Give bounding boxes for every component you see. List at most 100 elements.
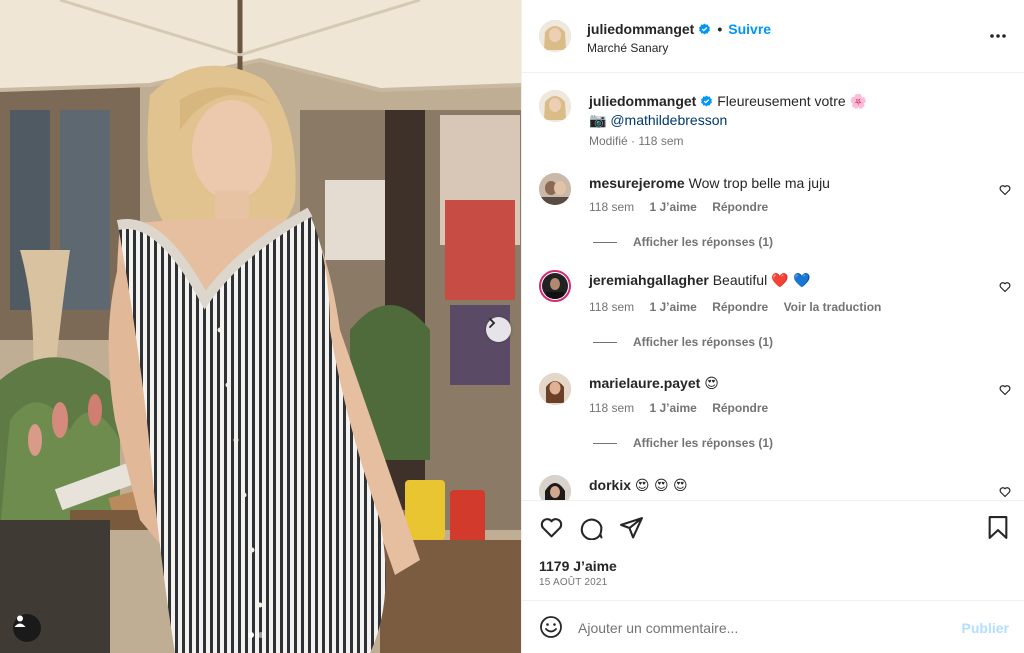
comment-meta: 118 sem 1 J’aime Répondre <box>589 401 768 415</box>
heart-icon <box>999 282 1011 293</box>
comment-username[interactable]: dorkix <box>589 477 631 493</box>
heart-icon <box>540 518 563 538</box>
comment-body: Wow trop belle ma juju <box>688 175 830 191</box>
comment-item: mesurejerome Wow trop belle ma juju 118 … <box>522 173 1024 253</box>
comment-emojis: 😍 <box>704 376 719 392</box>
comment-item: dorkix 😍 😍 😍 <box>522 475 1024 500</box>
carousel-indicator <box>248 632 264 638</box>
chevron-right-icon <box>489 318 496 328</box>
commenter-avatar[interactable] <box>539 373 571 405</box>
show-replies-label: Afficher les réponses (1) <box>633 235 774 249</box>
comment-like-button[interactable] <box>999 485 1011 500</box>
replies-divider <box>593 241 617 243</box>
comment-button[interactable] <box>579 515 604 543</box>
carousel-dot <box>258 632 264 638</box>
replies-divider <box>593 442 617 444</box>
commenter-avatar-story[interactable] <box>539 270 571 302</box>
emoji-icon <box>540 616 562 638</box>
comment-text: mesurejerome Wow trop belle ma juju <box>589 174 989 192</box>
share-button[interactable] <box>619 515 644 543</box>
comment-text: marielaure.payet 😍 <box>589 374 989 393</box>
camera-emoji: 📷 <box>589 113 607 129</box>
caption-username[interactable]: juliedommanget <box>589 93 696 109</box>
next-photo-button[interactable] <box>486 317 511 342</box>
translate-button[interactable]: Voir la traduction <box>784 300 882 314</box>
author-avatar[interactable] <box>539 90 571 122</box>
reply-button[interactable]: Répondre <box>712 300 768 314</box>
verified-icon <box>699 23 711 35</box>
more-icon <box>990 34 1006 38</box>
commenter-avatar[interactable] <box>539 475 571 500</box>
comment-likes[interactable]: 1 J’aime <box>649 300 696 314</box>
comment-emojis: 😍 😍 😍 <box>634 478 688 494</box>
comment-text: jeremiahgallagher Beautiful ❤️ 💙 <box>589 271 989 290</box>
flower-emoji: 🌸 <box>849 94 867 110</box>
author-username[interactable]: juliedommanget <box>587 21 694 37</box>
comment-like-button[interactable] <box>999 280 1011 296</box>
comment-item: jeremiahgallagher Beautiful ❤️ 💙 118 sem… <box>522 270 1024 350</box>
comments-list[interactable]: juliedommanget Fleureusement votre 🌸 📷 @… <box>522 73 1024 500</box>
post-side-panel: juliedommanget • Suivre Marché Sanary jul <box>521 0 1024 653</box>
user-tag-button[interactable] <box>13 614 41 642</box>
show-replies-button[interactable]: Afficher les réponses (1) <box>593 235 773 249</box>
publish-button[interactable]: Publier <box>962 620 1009 636</box>
comment-composer: Publier <box>522 600 1024 653</box>
photo-image <box>0 0 521 653</box>
comment-input[interactable] <box>578 615 948 641</box>
bookmark-icon <box>988 516 1008 539</box>
comment-likes[interactable]: 1 J’aime <box>649 401 696 415</box>
header-separator: • <box>717 21 723 37</box>
comment-time: 118 sem <box>589 200 635 214</box>
comment-icon <box>580 518 603 541</box>
avatar-image <box>542 273 568 299</box>
author-avatar[interactable] <box>539 20 571 52</box>
show-replies-label: Afficher les réponses (1) <box>633 335 774 349</box>
like-button[interactable] <box>539 515 564 543</box>
save-button[interactable] <box>987 515 1009 543</box>
heart-icon <box>999 487 1011 498</box>
comment-meta: 118 sem 1 J’aime Répondre <box>589 200 768 214</box>
avatar-image <box>539 173 571 205</box>
avatar-image <box>539 475 571 500</box>
avatar-image <box>539 373 571 405</box>
caption-mention[interactable]: @mathildebresson <box>610 112 727 128</box>
post-location[interactable]: Marché Sanary <box>587 41 668 55</box>
comment-item: marielaure.payet 😍 118 sem 1 J’aime Répo… <box>522 373 1024 453</box>
comment-time: 118 sem <box>589 401 635 415</box>
comment-time: 118 sem <box>589 300 635 314</box>
show-replies-button[interactable]: Afficher les réponses (1) <box>593 335 773 349</box>
commenter-avatar[interactable] <box>539 173 571 205</box>
user-tag-icon <box>14 615 26 627</box>
comment-like-button[interactable] <box>999 183 1011 199</box>
verified-icon <box>701 95 713 107</box>
reply-button[interactable]: Répondre <box>712 401 768 415</box>
reply-button[interactable]: Répondre <box>712 200 768 214</box>
share-icon <box>620 517 643 539</box>
caption: juliedommanget Fleureusement votre 🌸 📷 @… <box>522 90 1024 160</box>
comment-username[interactable]: marielaure.payet <box>589 375 700 391</box>
post-header: juliedommanget • Suivre Marché Sanary <box>522 0 1024 73</box>
comment-username[interactable]: mesurejerome <box>589 175 685 191</box>
post-actions: 1179 J’aime 15 AOÛT 2021 <box>522 500 1024 600</box>
comment-like-button[interactable] <box>999 383 1011 399</box>
likes-count[interactable]: 1179 J’aime <box>539 558 617 574</box>
caption-body: Fleureusement votre <box>717 93 846 109</box>
post-photo[interactable] <box>0 0 521 653</box>
show-replies-button[interactable]: Afficher les réponses (1) <box>593 436 773 450</box>
more-options-button[interactable] <box>989 27 1007 48</box>
show-replies-label: Afficher les réponses (1) <box>633 436 774 450</box>
comment-username[interactable]: jeremiahgallagher <box>589 272 709 288</box>
comment-text: dorkix 😍 😍 😍 <box>589 476 989 495</box>
avatar-image <box>539 90 571 122</box>
comment-emojis: ❤️ 💙 <box>771 273 811 289</box>
post-date[interactable]: 15 AOÛT 2021 <box>539 577 607 588</box>
emoji-picker-button[interactable] <box>539 615 563 642</box>
header-title-line: juliedommanget • Suivre <box>587 21 771 37</box>
replies-divider <box>593 341 617 343</box>
follow-button[interactable]: Suivre <box>728 21 771 37</box>
comment-meta: 118 sem 1 J’aime Répondre Voir la traduc… <box>589 300 881 314</box>
heart-icon <box>999 385 1011 396</box>
caption-meta: Modifié · 118 sem <box>589 134 684 148</box>
comment-body: Beautiful <box>712 272 768 288</box>
comment-likes[interactable]: 1 J’aime <box>649 200 696 214</box>
